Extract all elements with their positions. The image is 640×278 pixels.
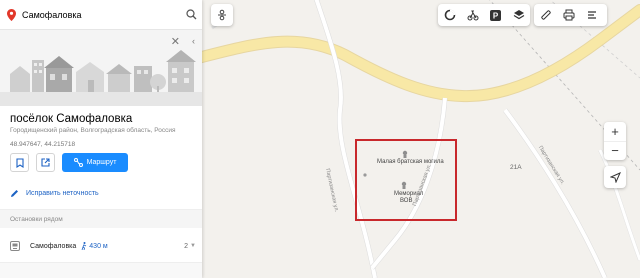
stop-list-item[interactable]: Самофаловка 430 м 2 ▼: [0, 236, 202, 256]
bookmark-button[interactable]: [10, 153, 29, 172]
panel-footer: [0, 262, 202, 278]
bookmark-icon: [15, 157, 24, 168]
zoom-out-button[interactable]: −: [604, 142, 626, 161]
share-button[interactable]: [36, 153, 55, 172]
panorama-icon: [444, 9, 455, 21]
tools-toolbar: [534, 4, 607, 26]
nearby-stops-header: Остановки рядом: [0, 210, 202, 228]
walk-distance: 430 м: [81, 242, 108, 250]
share-icon: [41, 158, 50, 167]
stop-name: Самофаловка: [30, 242, 77, 250]
report-error-label: Исправить неточность: [26, 190, 99, 197]
parking-button[interactable]: P: [484, 4, 507, 26]
parking-icon: P: [490, 9, 501, 21]
map-layers-button[interactable]: [507, 4, 530, 26]
ruler-icon: [540, 10, 551, 20]
poi-label-memorial-line2[interactable]: ВОВ: [400, 198, 412, 204]
panorama-button[interactable]: [438, 4, 461, 26]
close-card-button[interactable]: ✕: [171, 37, 180, 48]
menu-button[interactable]: [580, 4, 603, 26]
bus-stop-icon: [10, 241, 20, 251]
transport-icon: [467, 10, 478, 21]
place-coordinates[interactable]: 48.947647, 44.215718: [10, 141, 75, 148]
place-subtitle: Городищенский район, Волгоградская облас…: [10, 127, 176, 134]
print-icon: [563, 9, 574, 21]
search-icon[interactable]: [180, 9, 202, 20]
traffic-jams-button[interactable]: [211, 4, 233, 26]
place-title: посёлок Самофаловка: [10, 113, 133, 125]
svg-text:P: P: [493, 11, 499, 20]
small-marker: [363, 173, 367, 177]
menu-icon: [587, 11, 596, 19]
transport-button[interactable]: [461, 4, 484, 26]
chevron-down-icon[interactable]: ▼: [190, 243, 196, 249]
location-arrow-icon: [609, 171, 621, 183]
zoom-in-button[interactable]: +: [604, 122, 626, 142]
stop-routes-count: 2: [184, 242, 188, 250]
my-location-button[interactable]: [604, 166, 626, 188]
poi-label-grave[interactable]: Малая братская могила: [377, 159, 444, 165]
print-button[interactable]: [557, 4, 580, 26]
side-panel: Самофаловка ✕ ‹ посёлок Самофаловка Горо…: [0, 0, 202, 278]
layers-toolbar: P: [438, 4, 530, 26]
house-number-label: 21А: [510, 164, 522, 171]
ruler-button[interactable]: [534, 4, 557, 26]
route-icon: [73, 158, 83, 167]
zoom-control: + −: [604, 122, 626, 160]
search-bar[interactable]: Самофаловка: [0, 0, 202, 30]
traffic-jams-icon: [218, 9, 226, 21]
report-error-link[interactable]: Исправить неточность: [10, 189, 99, 198]
layers-icon: [513, 10, 524, 20]
collapse-panel-button[interactable]: ‹: [192, 37, 195, 46]
route-button-label: Маршрут: [86, 159, 117, 166]
search-input[interactable]: Самофаловка: [22, 10, 180, 20]
pencil-icon: [11, 190, 18, 197]
route-button[interactable]: Маршрут: [62, 153, 128, 172]
walking-icon: [81, 242, 87, 250]
walk-distance-value: 430 м: [89, 242, 108, 250]
map-pin-icon: [0, 8, 22, 21]
